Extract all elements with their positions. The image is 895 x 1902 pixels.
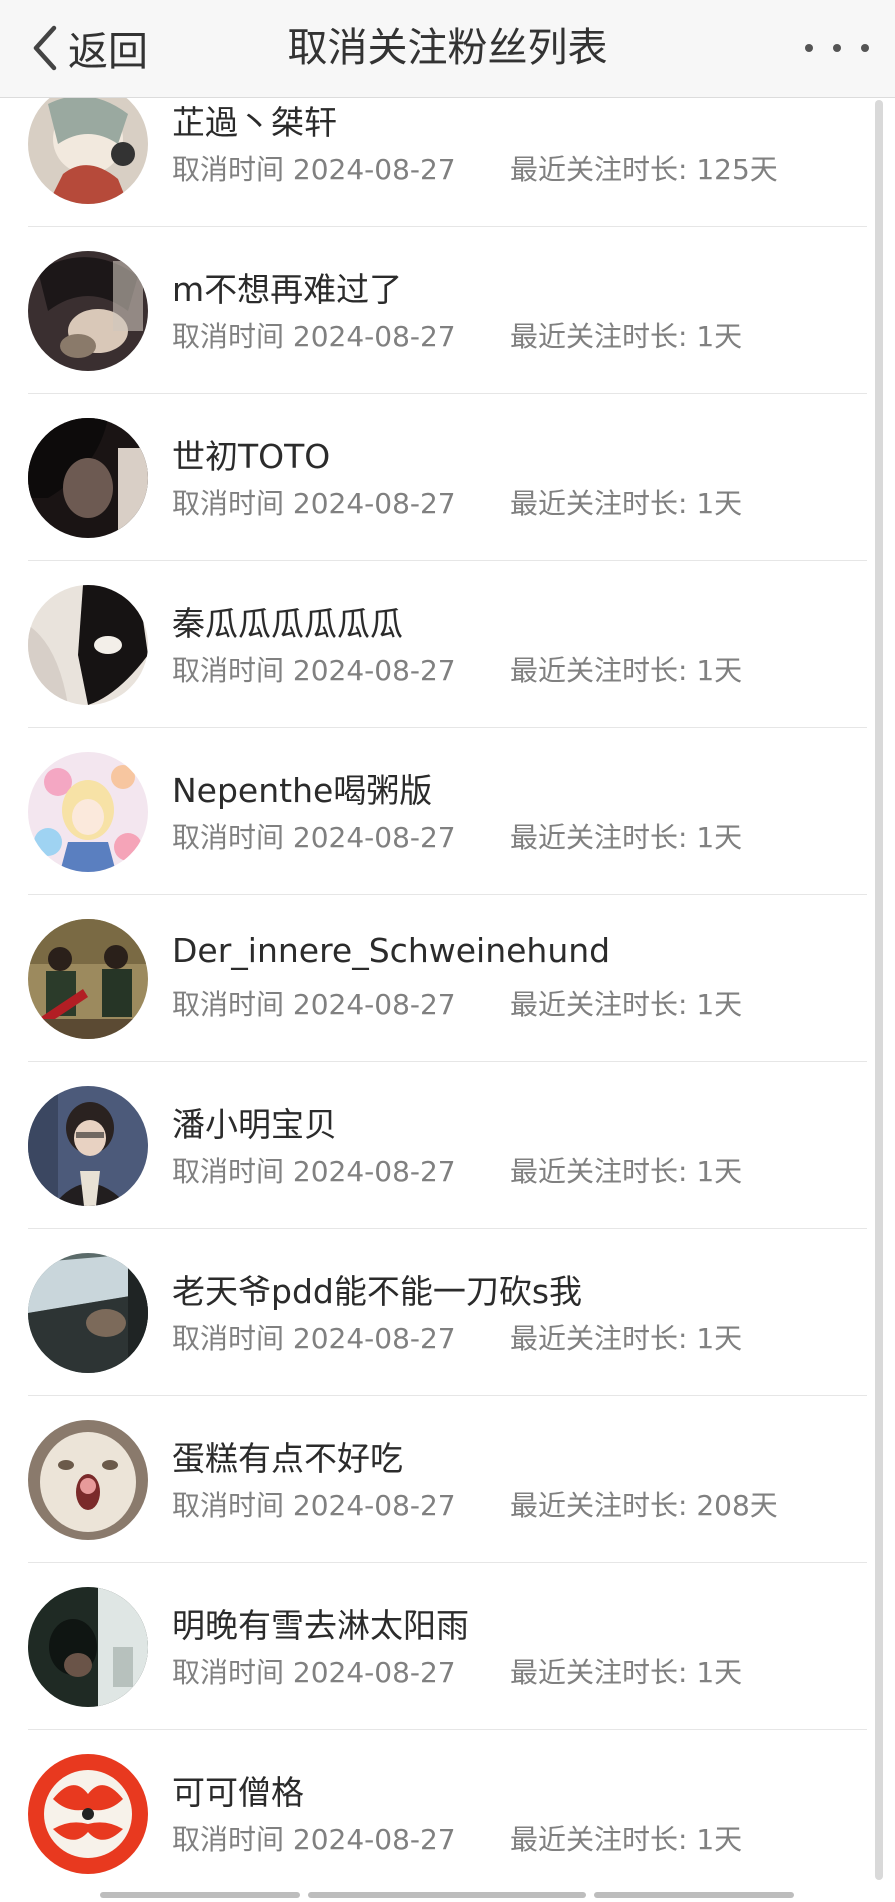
more-dots-icon [805, 44, 813, 52]
horizontal-scroll-indicator [594, 1892, 794, 1898]
user-name[interactable]: 世初TOTO [172, 430, 330, 478]
avatar[interactable] [28, 418, 148, 538]
user-name[interactable]: 秦瓜瓜瓜瓜瓜瓜 [172, 597, 403, 645]
user-name[interactable]: 明晚有雪去淋太阳雨 [172, 1599, 469, 1647]
user-name[interactable]: m不想再难过了 [172, 263, 402, 311]
avatar[interactable] [28, 1420, 148, 1540]
chevron-left-icon [33, 25, 57, 71]
back-button[interactable]: 返回 [28, 18, 148, 78]
cancel-time: 取消时间 2024-08-27 [172, 1489, 456, 1522]
horizontal-scroll-indicator [308, 1892, 586, 1898]
avatar[interactable] [28, 585, 148, 705]
follow-duration: 最近关注时长: 208天 [510, 1489, 778, 1522]
user-name[interactable]: 芷過丶桀轩 [172, 96, 337, 144]
avatar[interactable] [28, 251, 148, 371]
back-label: 返回 [68, 29, 148, 75]
avatar[interactable] [28, 919, 148, 1039]
list-item[interactable]: 世初TOTO 取消时间 2024-08-27 最近关注时长: 1天 [0, 394, 895, 561]
cancel-time: 取消时间 2024-08-27 [172, 1656, 456, 1689]
user-name[interactable]: 蛋糕有点不好吃 [172, 1432, 403, 1480]
cancel-time: 取消时间 2024-08-27 [172, 1322, 456, 1355]
user-name[interactable]: Nepenthe喝粥版 [172, 764, 432, 812]
more-dots-icon [833, 44, 841, 52]
avatar[interactable] [28, 84, 148, 204]
navigation-bar: 返回 取消关注粉丝列表 [0, 0, 895, 98]
user-name[interactable]: 可可僧格 [172, 1766, 304, 1814]
vertical-scrollbar[interactable] [875, 100, 883, 1880]
cancel-time: 取消时间 2024-08-27 [172, 487, 456, 520]
fan-list: 芷過丶桀轩 取消时间 2024-08-27 最近关注时长: 125天 m不想再难… [0, 0, 895, 1902]
cancel-time: 取消时间 2024-08-27 [172, 988, 456, 1021]
cancel-time: 取消时间 2024-08-27 [172, 1155, 456, 1188]
follow-duration: 最近关注时长: 125天 [510, 153, 778, 186]
horizontal-scroll-indicator [100, 1892, 300, 1898]
list-item[interactable]: 蛋糕有点不好吃 取消时间 2024-08-27 最近关注时长: 208天 [0, 1396, 895, 1563]
follow-duration: 最近关注时长: 1天 [510, 320, 743, 353]
avatar[interactable] [28, 1253, 148, 1373]
follow-duration: 最近关注时长: 1天 [510, 988, 743, 1021]
cancel-time: 取消时间 2024-08-27 [172, 654, 456, 687]
cancel-time: 取消时间 2024-08-27 [172, 821, 456, 854]
avatar[interactable] [28, 1086, 148, 1206]
follow-duration: 最近关注时长: 1天 [510, 1155, 743, 1188]
follow-duration: 最近关注时长: 1天 [510, 821, 743, 854]
more-button[interactable] [805, 30, 869, 66]
more-dots-icon [861, 44, 869, 52]
cancel-time: 取消时间 2024-08-27 [172, 153, 456, 186]
follow-duration: 最近关注时长: 1天 [510, 1823, 743, 1856]
list-item[interactable]: 可可僧格 取消时间 2024-08-27 最近关注时长: 1天 [0, 1730, 895, 1897]
list-item[interactable]: 老天爷pdd能不能一刀砍s我 取消时间 2024-08-27 最近关注时长: 1… [0, 1229, 895, 1396]
user-name[interactable]: 潘小明宝贝 [172, 1098, 337, 1146]
list-item[interactable]: Nepenthe喝粥版 取消时间 2024-08-27 最近关注时长: 1天 [0, 728, 895, 895]
list-item[interactable]: 秦瓜瓜瓜瓜瓜瓜 取消时间 2024-08-27 最近关注时长: 1天 [0, 561, 895, 728]
avatar[interactable] [28, 1587, 148, 1707]
cancel-time: 取消时间 2024-08-27 [172, 1823, 456, 1856]
user-name[interactable]: 老天爷pdd能不能一刀砍s我 [172, 1265, 582, 1313]
list-item[interactable]: Der_innere_Schweinehund 取消时间 2024-08-27 … [0, 895, 895, 1062]
list-item[interactable]: 潘小明宝贝 取消时间 2024-08-27 最近关注时长: 1天 [0, 1062, 895, 1229]
follow-duration: 最近关注时长: 1天 [510, 487, 743, 520]
user-name[interactable]: Der_innere_Schweinehund [172, 931, 610, 970]
follow-duration: 最近关注时长: 1天 [510, 654, 743, 687]
follow-duration: 最近关注时长: 1天 [510, 1656, 743, 1689]
cancel-time: 取消时间 2024-08-27 [172, 320, 456, 353]
list-item[interactable]: 明晚有雪去淋太阳雨 取消时间 2024-08-27 最近关注时长: 1天 [0, 1563, 895, 1730]
avatar[interactable] [28, 752, 148, 872]
list-item[interactable]: m不想再难过了 取消时间 2024-08-27 最近关注时长: 1天 [0, 227, 895, 394]
follow-duration: 最近关注时长: 1天 [510, 1322, 743, 1355]
avatar[interactable] [28, 1754, 148, 1874]
